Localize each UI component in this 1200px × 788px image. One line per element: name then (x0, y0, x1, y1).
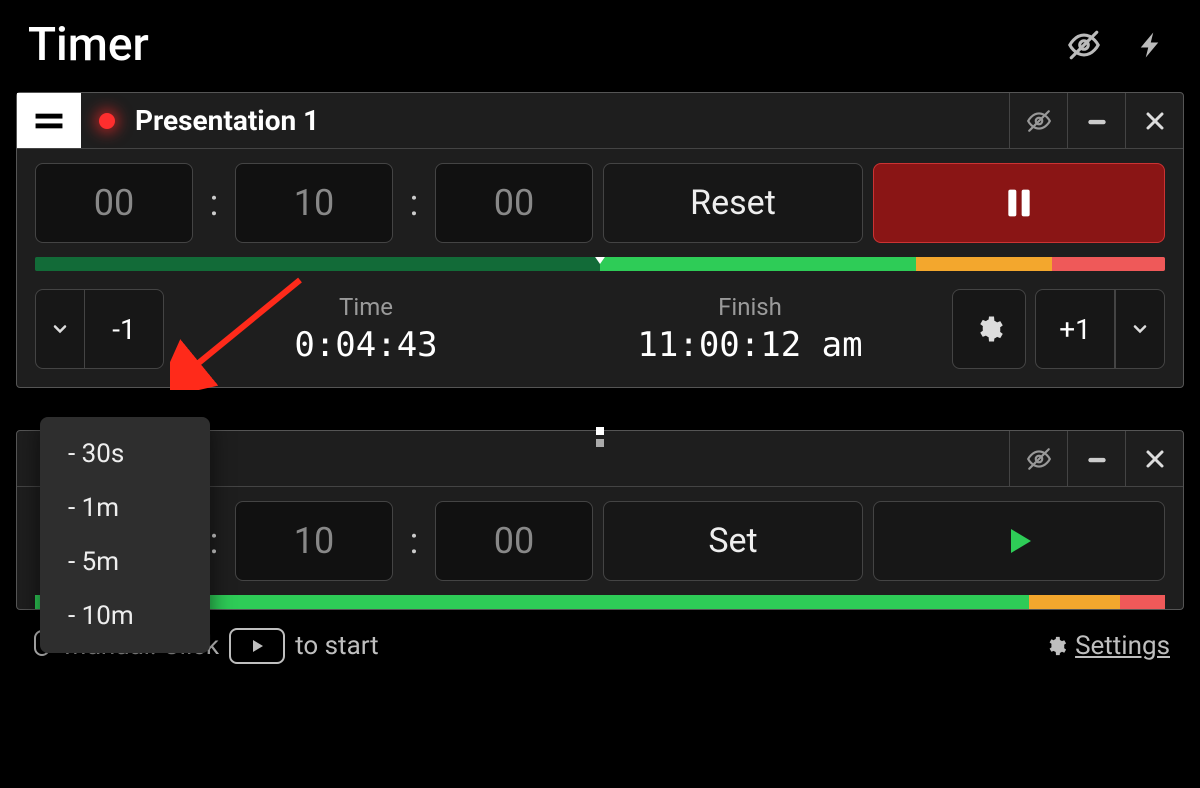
dropdown-item-1m[interactable]: - 1m (40, 481, 210, 535)
settings-button[interactable] (952, 289, 1026, 369)
minutes-input[interactable]: 10 (235, 163, 393, 243)
card-visibility-icon[interactable] (1009, 431, 1067, 486)
close-icon[interactable] (1125, 93, 1183, 148)
colon-separator: : (403, 501, 425, 581)
adjust-plus-dropdown-button[interactable] (1115, 289, 1165, 369)
settings-link[interactable]: Settings (1045, 631, 1170, 661)
adjust-plus-button[interactable]: +1 (1035, 289, 1115, 369)
time-label: Time (339, 293, 393, 321)
seconds-input[interactable]: 00 (435, 501, 593, 581)
resize-handle-icon[interactable] (596, 427, 604, 447)
drag-handle-icon[interactable] (17, 93, 81, 148)
dropdown-item-30s[interactable]: - 30s (40, 427, 210, 481)
pause-button[interactable] (873, 163, 1165, 243)
adjust-minus-dropdown: - 30s - 1m - 5m - 10m (40, 417, 210, 653)
card-visibility-icon[interactable] (1009, 93, 1067, 148)
hint-suffix: to start (295, 631, 379, 661)
set-button[interactable]: Set (603, 501, 863, 581)
reset-button[interactable]: Reset (603, 163, 863, 243)
card-title (81, 431, 1009, 486)
card-title: Presentation 1 (115, 93, 1009, 148)
close-icon[interactable] (1125, 431, 1183, 486)
minimize-icon[interactable] (1067, 93, 1125, 148)
visibility-off-icon[interactable] (1066, 27, 1102, 63)
time-value: 0:04:43 (294, 325, 437, 365)
dropdown-item-5m[interactable]: - 5m (40, 535, 210, 589)
page-title: Timer (28, 18, 149, 72)
play-chip-icon (229, 628, 285, 664)
dropdown-item-10m[interactable]: - 10m (40, 589, 210, 643)
minutes-input[interactable]: 10 (235, 501, 393, 581)
minimize-icon[interactable] (1067, 431, 1125, 486)
play-button[interactable] (873, 501, 1165, 581)
hours-input[interactable]: 00 (35, 163, 193, 243)
finish-label: Finish (718, 293, 782, 321)
progress-bar (35, 257, 1165, 271)
recording-indicator-icon (99, 113, 115, 129)
colon-separator: : (403, 163, 425, 243)
finish-value: 11:00:12 am (637, 325, 862, 365)
adjust-minus-dropdown-button[interactable] (35, 289, 85, 369)
bolt-icon[interactable] (1134, 27, 1170, 63)
colon-separator: : (203, 163, 225, 243)
timer-card-1: Presentation 1 00 : 10 : (16, 92, 1184, 388)
adjust-minus-button[interactable]: -1 (84, 289, 164, 369)
seconds-input[interactable]: 00 (435, 163, 593, 243)
